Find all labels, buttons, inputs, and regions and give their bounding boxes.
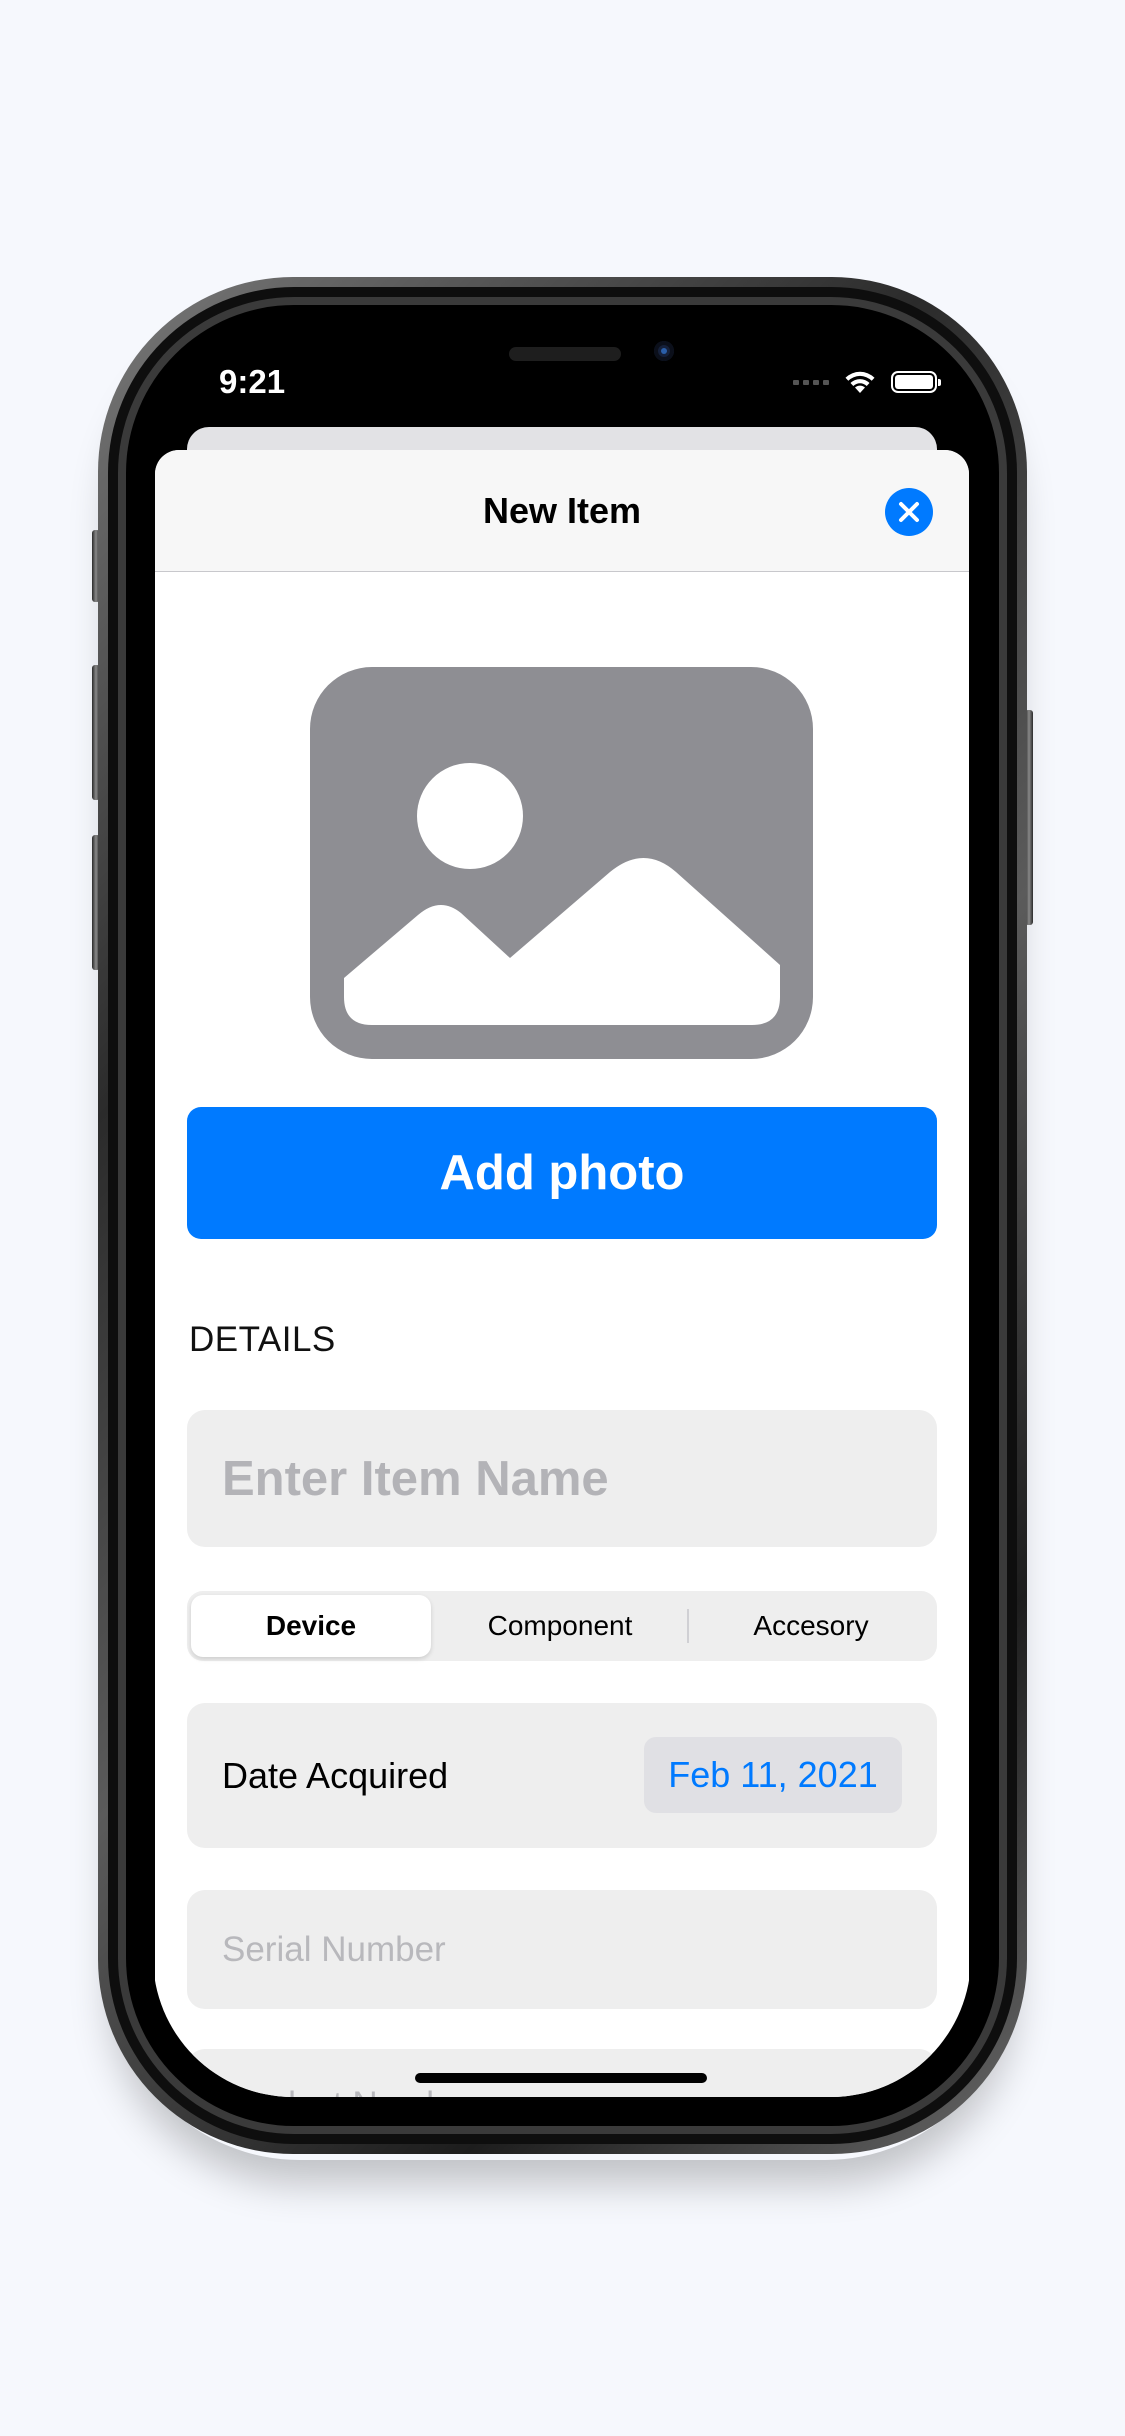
new-item-sheet: New Item Add photo DETAILS Device Compon… xyxy=(155,450,969,2097)
close-icon xyxy=(899,502,919,522)
notch xyxy=(338,319,786,379)
cellular-signal-icon xyxy=(793,379,829,385)
status-time: 9:21 xyxy=(219,363,286,400)
item-name-field[interactable] xyxy=(187,1410,937,1547)
front-camera xyxy=(654,341,674,361)
battery-icon xyxy=(891,371,941,393)
serial-number-field[interactable] xyxy=(187,1890,937,2009)
nav-title: New Item xyxy=(482,490,642,531)
item-type-segmented-control: Device Component Accesory xyxy=(187,1591,937,1661)
add-photo-button[interactable]: Add photo xyxy=(187,1107,937,1239)
close-button[interactable] xyxy=(885,488,933,536)
date-acquired-label: Date Acquired xyxy=(222,1755,449,1796)
page-background: 9:21 New Item Add photo DETAILS Enter It… xyxy=(0,0,1125,2436)
device-screen: 9:21 New Item Add photo DETAILS Enter It… xyxy=(153,319,971,2097)
date-acquired-row: Date Acquired Feb 11, 2021 xyxy=(187,1703,937,1848)
speaker-grille xyxy=(509,347,621,361)
wifi-icon xyxy=(845,371,875,393)
segment-device[interactable]: Device xyxy=(191,1595,431,1657)
navigation-bar: New Item xyxy=(155,450,969,572)
photo-placeholder-icon xyxy=(310,667,813,1059)
product-number-placeholder: Product Number xyxy=(222,2085,477,2097)
segment-accessory[interactable]: Accesory xyxy=(689,1595,933,1657)
status-icons xyxy=(793,367,941,397)
details-section-header: DETAILS xyxy=(189,1320,336,1359)
segment-component[interactable]: Component xyxy=(435,1595,685,1657)
home-indicator[interactable] xyxy=(415,2073,707,2083)
date-acquired-picker[interactable]: Feb 11, 2021 xyxy=(644,1737,902,1813)
